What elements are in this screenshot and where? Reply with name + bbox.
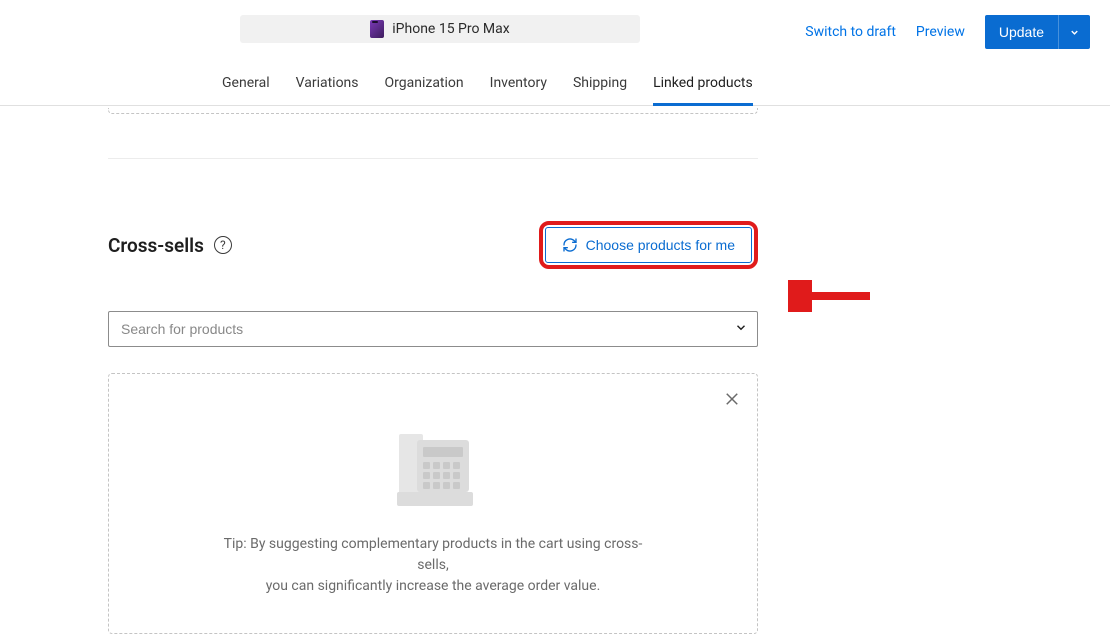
prev-section-bottom — [108, 108, 758, 114]
refresh-icon — [562, 237, 578, 253]
product-search-wrap — [108, 311, 758, 347]
help-icon[interactable]: ? — [214, 236, 232, 254]
close-icon[interactable] — [723, 390, 741, 412]
preview-link[interactable]: Preview — [916, 24, 965, 40]
chevron-down-icon — [1069, 27, 1080, 38]
product-title-pill[interactable]: iPhone 15 Pro Max — [240, 15, 640, 43]
tab-shipping[interactable]: Shipping — [573, 65, 627, 105]
cross-sells-tip-box: Tip: By suggesting complementary product… — [108, 373, 758, 634]
annotation-arrow-icon — [788, 280, 874, 316]
product-name: iPhone 15 Pro Max — [392, 21, 509, 37]
section-divider — [108, 158, 758, 159]
tab-organization[interactable]: Organization — [385, 65, 464, 105]
choose-products-label: Choose products for me — [586, 237, 735, 253]
update-dropdown-toggle[interactable] — [1058, 15, 1090, 49]
cross-sells-header: Cross-sells ? Choose products for me — [108, 221, 758, 269]
update-button-group: Update — [985, 15, 1090, 49]
main-content: Cross-sells ? Choose products for me — [108, 108, 758, 634]
product-tabs: General Variations Organization Inventor… — [0, 65, 1110, 106]
header-actions: Switch to draft Preview Update — [805, 15, 1090, 49]
editor-header: iPhone 15 Pro Max Switch to draft Previe… — [0, 0, 1110, 15]
tip-text: Tip: By suggesting complementary product… — [213, 534, 653, 597]
search-products-input[interactable] — [108, 311, 758, 347]
switch-to-draft-link[interactable]: Switch to draft — [805, 24, 896, 40]
annotation-highlight: Choose products for me — [539, 221, 758, 269]
choose-products-button[interactable]: Choose products for me — [545, 227, 752, 263]
update-button[interactable]: Update — [985, 15, 1058, 49]
cross-sells-title: Cross-sells — [108, 234, 204, 257]
tab-inventory[interactable]: Inventory — [490, 65, 547, 105]
tab-linked-products[interactable]: Linked products — [653, 65, 753, 105]
cash-register-icon — [393, 434, 473, 506]
tab-general[interactable]: General — [222, 65, 270, 105]
product-thumbnail-icon — [370, 20, 384, 38]
tab-variations[interactable]: Variations — [296, 65, 359, 105]
